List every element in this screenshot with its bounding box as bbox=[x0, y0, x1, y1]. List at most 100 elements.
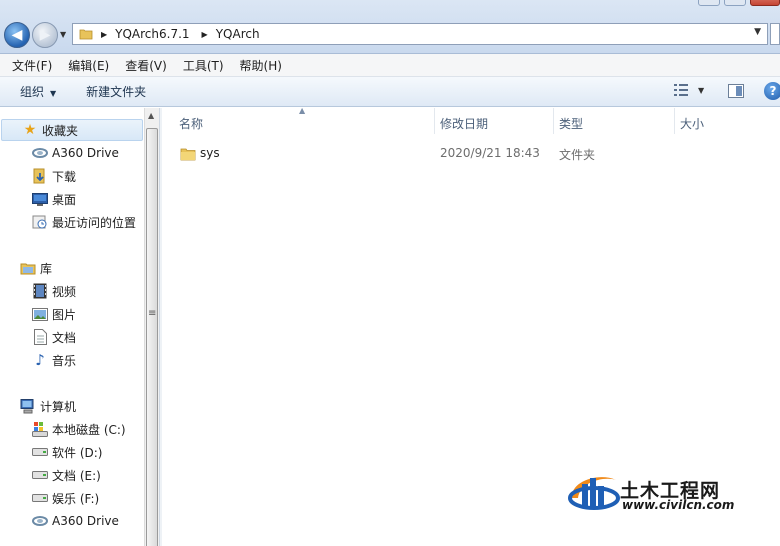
nav-item-drive-f[interactable]: 娱乐 (F:) bbox=[32, 487, 99, 509]
nav-label: 下载 bbox=[52, 169, 77, 184]
breadcrumb: ▶ YQArch6.7.1 ▶ YQArch bbox=[101, 27, 272, 41]
view-list-icon bbox=[674, 84, 688, 96]
scroll-up-icon[interactable]: ▲ bbox=[148, 111, 154, 120]
menu-edit[interactable]: 编辑(E) bbox=[60, 57, 117, 74]
chevron-down-icon: ▼ bbox=[50, 89, 57, 98]
video-icon bbox=[32, 283, 48, 299]
nav-label: 文档 (E:) bbox=[52, 468, 101, 483]
breadcrumb-item[interactable]: YQArch6.7.1 bbox=[115, 27, 189, 41]
nav-item-a360[interactable]: A360 Drive bbox=[32, 142, 119, 164]
nav-label: A360 Drive bbox=[52, 514, 119, 528]
column-header-date[interactable]: 修改日期 bbox=[440, 113, 488, 133]
nav-label: 库 bbox=[40, 261, 53, 276]
menu-help[interactable]: 帮助(H) bbox=[232, 57, 290, 74]
nav-label: 最近访问的位置 bbox=[52, 215, 137, 230]
nav-label: 娱乐 (F:) bbox=[52, 491, 100, 506]
navigation-scrollbar[interactable]: ▲ ≡ bbox=[144, 108, 159, 546]
folder-icon bbox=[180, 148, 196, 161]
close-button[interactable] bbox=[750, 0, 780, 6]
navigation-pane: ★ 收藏夹 A360 Drive 下载 桌面 最近访问的位置 库 视频 图片 文… bbox=[0, 108, 144, 546]
nav-item-desktop[interactable]: 桌面 bbox=[32, 188, 76, 210]
window-controls bbox=[698, 0, 780, 6]
change-view-button[interactable]: ▼ bbox=[674, 84, 704, 96]
organize-button[interactable]: 组织 ▼ bbox=[10, 83, 66, 100]
nav-item-recent-places[interactable]: 最近访问的位置 bbox=[32, 211, 136, 233]
file-date: 2020/9/21 18:43 bbox=[440, 146, 540, 160]
nav-item-videos[interactable]: 视频 bbox=[32, 280, 76, 302]
menu-bar: 文件(F) 编辑(E) 查看(V) 工具(T) 帮助(H) bbox=[0, 54, 780, 77]
nav-label: 桌面 bbox=[52, 192, 77, 207]
minimize-button[interactable] bbox=[698, 0, 720, 6]
chevron-down-icon: ▼ bbox=[698, 85, 705, 95]
nav-computer[interactable]: 计算机 bbox=[20, 395, 76, 417]
column-header-size[interactable]: 大小 bbox=[680, 113, 704, 133]
nav-label: 软件 (D:) bbox=[52, 445, 103, 460]
new-folder-button[interactable]: 新建文件夹 bbox=[76, 83, 156, 100]
address-bar[interactable]: ▶ YQArch6.7.1 ▶ YQArch ▼ bbox=[72, 23, 768, 45]
breadcrumb-item[interactable]: YQArch bbox=[216, 27, 260, 41]
menu-file[interactable]: 文件(F) bbox=[4, 57, 60, 74]
drive-icon bbox=[32, 444, 48, 460]
forward-button[interactable]: ▶ bbox=[32, 22, 58, 48]
cloud-drive-icon bbox=[32, 145, 48, 161]
nav-favorites[interactable]: ★ 收藏夹 bbox=[1, 119, 143, 141]
nav-item-pictures[interactable]: 图片 bbox=[32, 303, 76, 325]
picture-icon bbox=[32, 306, 48, 322]
grip-icon: ≡ bbox=[148, 308, 157, 319]
nav-label: 音乐 bbox=[52, 353, 77, 368]
breadcrumb-separator-icon[interactable]: ▶ bbox=[202, 30, 208, 39]
nav-item-documents[interactable]: 文档 bbox=[32, 326, 76, 348]
column-separator[interactable] bbox=[434, 108, 435, 134]
file-row[interactable]: sys 2020/9/21 18:43 文件夹 bbox=[162, 144, 780, 164]
back-button[interactable]: ◀ bbox=[4, 22, 30, 48]
nav-item-downloads[interactable]: 下载 bbox=[32, 165, 76, 187]
nav-libraries[interactable]: 库 bbox=[20, 257, 52, 279]
nav-item-drive-d[interactable]: 软件 (D:) bbox=[32, 441, 102, 463]
library-icon bbox=[20, 260, 36, 276]
system-drive-icon bbox=[32, 421, 48, 437]
nav-label: 本地磁盘 (C:) bbox=[52, 422, 126, 437]
civilcn-logo-icon bbox=[568, 477, 620, 510]
nav-item-a360-computer[interactable]: A360 Drive bbox=[32, 510, 119, 532]
breadcrumb-separator-icon[interactable]: ▶ bbox=[101, 30, 107, 39]
nav-label: 计算机 bbox=[40, 399, 77, 414]
nav-label: 图片 bbox=[52, 307, 77, 322]
nav-label: 文档 bbox=[52, 330, 77, 345]
recent-pages-dropdown[interactable]: ▼ bbox=[60, 30, 66, 39]
refresh-button[interactable] bbox=[770, 23, 780, 45]
command-bar: 组织 ▼ 新建文件夹 ▼ ? bbox=[0, 77, 780, 107]
help-button[interactable]: ? bbox=[764, 82, 780, 100]
folder-icon bbox=[79, 29, 93, 40]
cloud-drive-icon bbox=[32, 513, 48, 529]
file-type: 文件夹 bbox=[559, 148, 596, 162]
column-separator[interactable] bbox=[674, 108, 675, 134]
drive-icon bbox=[32, 490, 48, 506]
organize-label: 组织 bbox=[20, 85, 45, 99]
nav-label: A360 Drive bbox=[52, 146, 119, 160]
address-area: ◀ ▶ ▼ ▶ YQArch6.7.1 ▶ YQArch ▼ bbox=[0, 0, 780, 54]
document-icon bbox=[32, 329, 48, 345]
computer-icon bbox=[20, 398, 36, 414]
maximize-button[interactable] bbox=[724, 0, 746, 6]
nav-item-drive-c[interactable]: 本地磁盘 (C:) bbox=[32, 418, 126, 440]
column-header-type[interactable]: 类型 bbox=[559, 113, 583, 133]
scrollbar-thumb[interactable] bbox=[146, 128, 158, 546]
nav-item-drive-e[interactable]: 文档 (E:) bbox=[32, 464, 101, 486]
star-icon: ★ bbox=[23, 122, 37, 138]
forward-arrow-icon: ▶ bbox=[39, 27, 51, 43]
nav-label: 收藏夹 bbox=[42, 123, 79, 138]
watermark: 土木工程网 www.civilcn.com bbox=[552, 446, 742, 546]
music-icon: ♪ bbox=[35, 351, 45, 369]
nav-label: 视频 bbox=[52, 284, 77, 299]
file-name: sys bbox=[200, 146, 220, 160]
chevron-down-icon[interactable]: ▼ bbox=[754, 27, 761, 37]
downloads-icon bbox=[32, 168, 48, 184]
sort-ascending-icon: ▲ bbox=[299, 106, 306, 115]
desktop-icon bbox=[32, 191, 48, 207]
nav-item-music[interactable]: ♪ 音乐 bbox=[32, 349, 76, 371]
preview-pane-button[interactable] bbox=[728, 84, 744, 98]
menu-tools[interactable]: 工具(T) bbox=[175, 57, 232, 74]
column-separator[interactable] bbox=[553, 108, 554, 134]
column-header-name[interactable]: 名称 bbox=[179, 113, 203, 133]
menu-view[interactable]: 查看(V) bbox=[117, 57, 175, 74]
